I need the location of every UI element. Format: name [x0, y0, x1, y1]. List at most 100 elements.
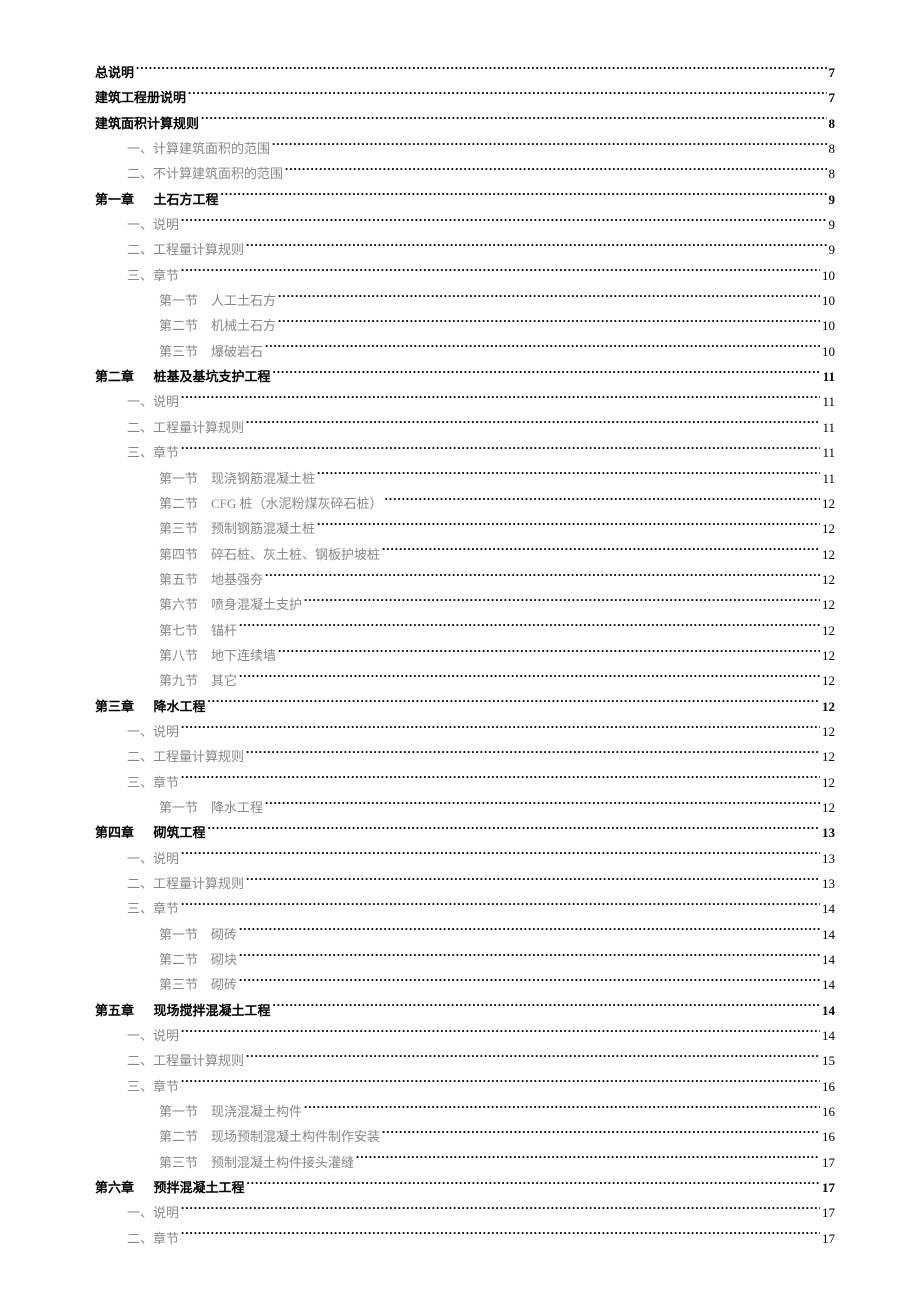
- toc-title: 二、工程量计算规则: [127, 1048, 244, 1073]
- toc-entry[interactable]: 第三章降水工程 12: [95, 694, 835, 719]
- toc-entry[interactable]: 一、说明11: [127, 389, 835, 414]
- toc-entry[interactable]: 第三节砌砖14: [159, 972, 835, 997]
- toc-page-number: 12: [822, 719, 835, 744]
- toc-entry[interactable]: 第八节地下连续墙12: [159, 643, 835, 668]
- toc-entry[interactable]: 第四节碎石桩、灰土桩、钢板护坡桩12: [159, 542, 835, 567]
- toc-entry[interactable]: 第三节爆破岩石10: [159, 339, 835, 364]
- toc-entry[interactable]: 第一章土石方工程9: [95, 187, 835, 212]
- toc-title: 第三章降水工程: [95, 694, 206, 719]
- toc-page-number: 13: [822, 871, 835, 896]
- toc-entry[interactable]: 二、工程量计算规则 13: [127, 871, 835, 896]
- toc-entry[interactable]: 第一节人工土石方10: [159, 288, 835, 313]
- toc-leader-dots: [181, 444, 820, 457]
- toc-leader-dots: [181, 1078, 820, 1091]
- toc-leader-dots: [181, 774, 820, 787]
- toc-page-number: 10: [822, 339, 835, 364]
- toc-title: 第六章预拌混凝土工程: [95, 1175, 245, 1200]
- toc-leader-dots: [239, 672, 820, 685]
- toc-page-number: 16: [822, 1099, 835, 1124]
- toc-leader-dots: [304, 596, 820, 609]
- toc-entry[interactable]: 总说明7: [95, 60, 835, 85]
- toc-page-number: 14: [822, 947, 835, 972]
- toc-leader-dots: [246, 875, 820, 888]
- toc-entry[interactable]: 二、工程量计算规则15: [127, 1048, 835, 1073]
- toc-entry[interactable]: 一、说明9: [127, 212, 835, 237]
- toc-page-number: 8: [829, 136, 836, 161]
- toc-leader-dots: [317, 470, 820, 483]
- toc-leader-dots: [382, 1128, 820, 1141]
- toc-title: 第七节锚杆: [159, 618, 237, 643]
- toc-leader-dots: [278, 292, 820, 305]
- table-of-contents: 总说明7建筑工程册说明7建筑面积计算规则8一、计算建筑面积的范围8二、不计算建筑…: [95, 60, 835, 1251]
- toc-page-number: 17: [822, 1200, 835, 1225]
- toc-entry[interactable]: 第二节机械土石方10: [159, 313, 835, 338]
- toc-entry[interactable]: 二、工程量计算规则9: [127, 237, 835, 262]
- toc-entry[interactable]: 建筑面积计算规则8: [95, 111, 835, 136]
- toc-page-number: 12: [822, 491, 835, 516]
- toc-title: 建筑面积计算规则: [95, 111, 199, 136]
- toc-entry[interactable]: 第三节预制钢筋混凝土桩12: [159, 516, 835, 541]
- toc-entry[interactable]: 一、说明17: [127, 1200, 835, 1225]
- toc-page-number: 14: [822, 972, 835, 997]
- toc-entry[interactable]: 三、章节14: [127, 896, 835, 921]
- toc-entry[interactable]: 三、章节12: [127, 770, 835, 795]
- toc-entry[interactable]: 一、计算建筑面积的范围8: [127, 136, 835, 161]
- toc-entry[interactable]: 三、章节11: [127, 440, 835, 465]
- toc-title: 二、工程量计算规则: [127, 871, 244, 896]
- toc-entry[interactable]: 第二节CFG 桩（水泥粉煤灰碎石桩）12: [159, 491, 835, 516]
- toc-entry[interactable]: 第九节其它12: [159, 668, 835, 693]
- toc-leader-dots: [273, 1002, 820, 1015]
- toc-title: 建筑工程册说明: [95, 85, 186, 110]
- toc-entry[interactable]: 一、说明13: [127, 846, 835, 871]
- toc-entry[interactable]: 二、工程量计算规则11: [127, 415, 835, 440]
- toc-entry[interactable]: 第六节喷身混凝土支护12: [159, 592, 835, 617]
- toc-entry[interactable]: 第二节砌块 14: [159, 947, 835, 972]
- toc-leader-dots: [208, 824, 820, 837]
- toc-leader-dots: [278, 647, 820, 660]
- toc-entry[interactable]: 第三节预制混凝土构件接头灌缝 17: [159, 1150, 835, 1175]
- toc-title: 一、说明: [127, 389, 179, 414]
- toc-title: 一、说明: [127, 719, 179, 744]
- toc-entry[interactable]: 第五节地基强夯12: [159, 567, 835, 592]
- toc-entry[interactable]: 二、工程量计算规则12: [127, 744, 835, 769]
- toc-entry[interactable]: 第二节现场预制混凝土构件制作安装16: [159, 1124, 835, 1149]
- toc-entry[interactable]: 第七节锚杆12: [159, 618, 835, 643]
- toc-entry[interactable]: 二、不计算建筑面积的范围8: [127, 161, 835, 186]
- toc-entry[interactable]: 第五章现场搅拌混凝土工程14: [95, 998, 835, 1023]
- toc-page-number: 12: [822, 795, 835, 820]
- toc-title: 第三节预制混凝土构件接头灌缝: [159, 1150, 354, 1175]
- toc-entry[interactable]: 一、说明14: [127, 1023, 835, 1048]
- toc-entry[interactable]: 第六章预拌混凝土工程 17: [95, 1175, 835, 1200]
- toc-title: 第二节砌块: [159, 947, 237, 972]
- toc-leader-dots: [181, 850, 820, 863]
- toc-title: 总说明: [95, 60, 134, 85]
- toc-page-number: 12: [822, 694, 835, 719]
- toc-page-number: 16: [822, 1074, 835, 1099]
- toc-entry[interactable]: 第一节现浇混凝土构件16: [159, 1099, 835, 1124]
- toc-entry[interactable]: 建筑工程册说明7: [95, 85, 835, 110]
- toc-entry[interactable]: 一、说明 12: [127, 719, 835, 744]
- toc-leader-dots: [181, 1027, 820, 1040]
- toc-page-number: 17: [822, 1175, 835, 1200]
- toc-title: 第九节其它: [159, 668, 237, 693]
- toc-entry[interactable]: 二、章节17: [127, 1226, 835, 1251]
- toc-entry[interactable]: 第二章桩基及基坑支护工程11: [95, 364, 835, 389]
- toc-entry[interactable]: 第四章砌筑工程13: [95, 820, 835, 845]
- toc-entry[interactable]: 第一节降水工程12: [159, 795, 835, 820]
- toc-entry[interactable]: 第一节砌砖14: [159, 922, 835, 947]
- toc-title: 第四章砌筑工程: [95, 820, 206, 845]
- toc-page-number: 9: [829, 237, 836, 262]
- toc-entry[interactable]: 三、章节16: [127, 1074, 835, 1099]
- toc-entry[interactable]: 第一节现浇钢筋混凝土桩11: [159, 466, 835, 491]
- toc-page-number: 10: [822, 263, 835, 288]
- toc-leader-dots: [265, 571, 820, 584]
- toc-page-number: 17: [822, 1150, 835, 1175]
- toc-leader-dots: [356, 1154, 820, 1167]
- toc-title: 一、说明: [127, 846, 179, 871]
- toc-leader-dots: [247, 1179, 820, 1192]
- toc-entry[interactable]: 三、章节10: [127, 263, 835, 288]
- toc-page-number: 10: [822, 313, 835, 338]
- toc-page-number: 9: [829, 212, 836, 237]
- toc-leader-dots: [278, 317, 820, 330]
- toc-page-number: 12: [822, 516, 835, 541]
